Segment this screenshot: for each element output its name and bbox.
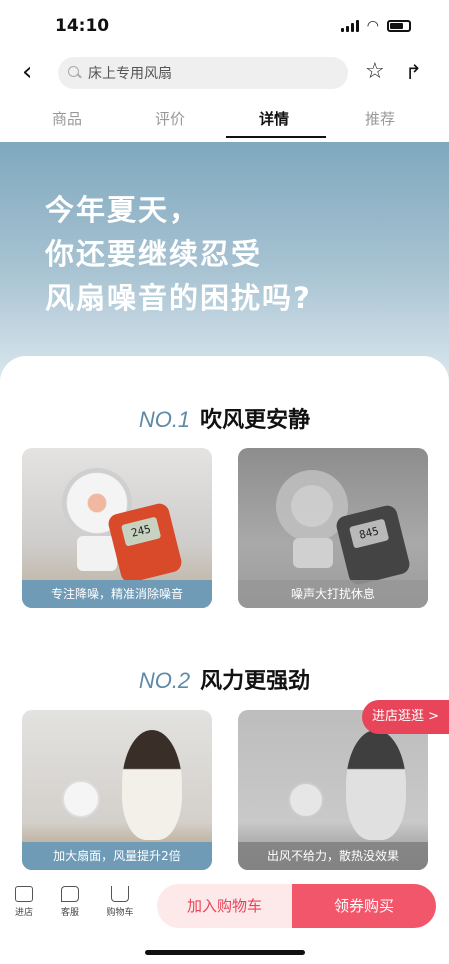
signal-icon [340,20,359,32]
image-caption: 出风不给力，散热没效果 [238,842,428,870]
service-label: 客服 [60,908,79,918]
product-image-quiet[interactable]: 245 专注降噪，精准消除噪音 [22,448,212,608]
section-number: NO.2 [138,668,191,693]
search-query: 床上专用风扇 [88,66,172,82]
person-illustration [346,730,406,840]
cart-label: 购物车 [106,908,134,918]
fan-illustration [288,782,324,818]
image-caption: 加大扇面，风量提升2倍 [22,842,212,870]
status-icons: ◠ [340,18,411,34]
share-icon[interactable]: ↱ [405,59,422,85]
store-icon [15,886,33,902]
visit-store-button[interactable]: 进店逛逛 > [362,700,449,734]
hero-title: 今年夏天， 你还要继续忍受 风扇噪音的困扰吗? [45,188,312,320]
status-time: 14:10 [55,16,110,36]
product-image-noisy[interactable]: 845 噪声大打扰休息 [238,448,428,608]
back-icon[interactable]: ‹ [22,57,32,87]
store-label: 进店 [14,908,33,918]
hero-line: 你还要继续忍受 [45,237,263,271]
status-bar: 14:10 ◠ [0,0,449,50]
hero-line: 今年夏天， [45,193,201,227]
section-title-2: NO.2 风力更强劲 [0,663,449,695]
favorite-icon[interactable]: ☆ [365,59,385,85]
buy-button[interactable]: 领券购买 [292,884,436,928]
meter-reading: 245 [121,516,162,547]
product-image-strong[interactable]: 加大扇面，风量提升2倍 [22,710,212,870]
hero-banner: 今年夏天， 你还要继续忍受 风扇噪音的困扰吗? [0,142,449,382]
tab-reviews[interactable]: 评价 [155,108,185,129]
hero-line: 风扇噪音的困扰吗? [45,281,312,315]
chat-icon [61,886,79,902]
search-icon [68,66,82,80]
add-to-cart-button[interactable]: 加入购物车 [157,884,292,928]
cart-button[interactable]: 购物车 [100,886,140,918]
tab-active-indicator [226,136,326,138]
sound-meter: 245 [106,501,184,585]
sound-meter: 845 [334,503,412,587]
fan-stand [77,536,117,571]
tab-details[interactable]: 详情 [259,108,289,129]
tab-bar: 商品 评价 详情 推荐 [0,100,449,142]
battery-icon [387,20,411,32]
cart-icon [111,886,129,902]
fan-illustration [62,780,100,818]
image-caption: 噪声大打扰休息 [238,580,428,608]
section-heading: 风力更强劲 [200,669,311,694]
nav-bar: ‹ 床上专用风扇 ☆ ↱ [0,55,449,93]
section-number: NO.1 [138,407,191,432]
person-illustration [122,730,182,840]
product-image-weak[interactable]: 出风不给力，散热没效果 [238,710,428,870]
tab-recommend[interactable]: 推荐 [365,108,395,129]
customer-service-button[interactable]: 客服 [50,886,90,918]
home-indicator[interactable] [145,950,305,955]
section-title-1: NO.1 吹风更安静 [0,402,449,434]
search-input[interactable]: 床上专用风扇 [58,57,348,89]
wifi-icon: ◠ [366,18,379,34]
section-heading: 吹风更安静 [200,408,311,433]
image-caption: 专注降噪，精准消除噪音 [22,580,212,608]
tab-goods[interactable]: 商品 [52,108,82,129]
store-button[interactable]: 进店 [4,886,44,918]
fan-stand [293,538,333,568]
meter-reading: 845 [349,518,390,549]
